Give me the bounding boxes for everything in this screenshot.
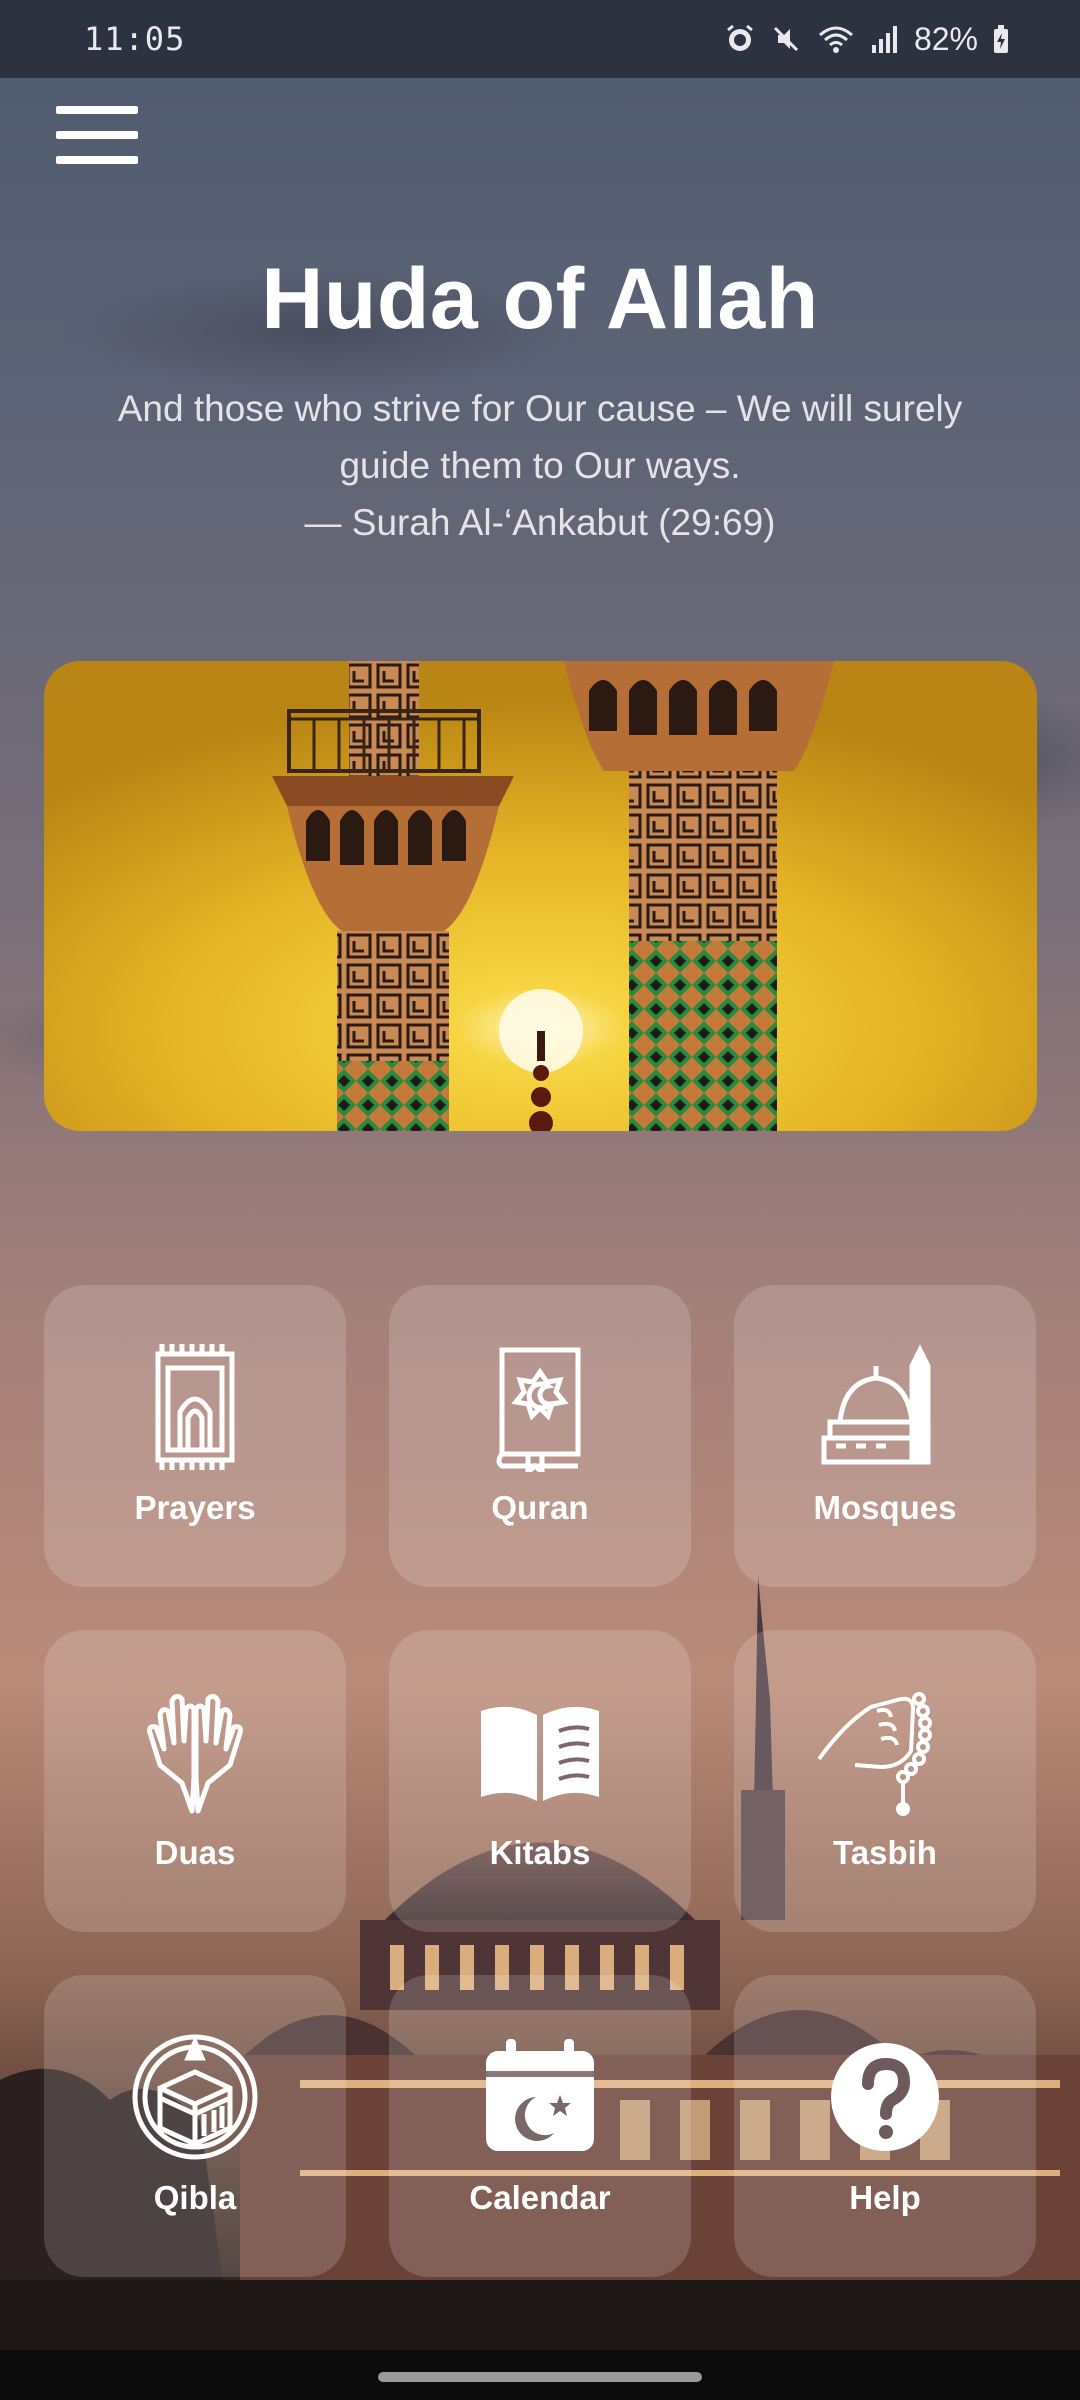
status-bar: 11:05 82% bbox=[0, 0, 1080, 78]
tile-label: Help bbox=[849, 2179, 921, 2216]
quote-line: And those who strive for Our cause – We … bbox=[117, 388, 963, 429]
hero-image bbox=[44, 661, 1037, 1131]
menu-icon-line bbox=[56, 106, 138, 114]
duas-tile[interactable]: Duas bbox=[44, 1630, 346, 1932]
signal-icon bbox=[871, 26, 897, 53]
prayers-tile[interactable]: Prayers bbox=[44, 1285, 346, 1587]
quran-book-icon bbox=[470, 1337, 610, 1477]
open-book-icon bbox=[470, 1682, 610, 1822]
help-tile[interactable]: Help bbox=[734, 1975, 1036, 2277]
kaaba-compass-icon bbox=[125, 2027, 265, 2167]
prayer-mat-icon bbox=[125, 1337, 265, 1477]
tile-label: Tasbih bbox=[833, 1834, 937, 1871]
menu-icon-line bbox=[56, 156, 138, 164]
alarm-icon bbox=[727, 24, 753, 51]
tile-label: Quran bbox=[491, 1489, 589, 1526]
mosques-tile[interactable]: Mosques bbox=[734, 1285, 1036, 1587]
menu-button[interactable] bbox=[56, 106, 138, 164]
wifi-icon bbox=[818, 26, 853, 53]
quote-line: guide them to Our ways. bbox=[339, 445, 741, 486]
status-icons: 82% bbox=[724, 21, 1010, 58]
quote: And those who strive for Our cause – We … bbox=[60, 380, 1020, 551]
battery-charging-icon bbox=[994, 25, 1008, 53]
quran-tile[interactable]: Quran bbox=[389, 1285, 691, 1587]
status-time: 11:05 bbox=[84, 20, 186, 58]
page-title: Huda of Allah bbox=[261, 251, 819, 347]
tile-label: Qibla bbox=[153, 2179, 237, 2216]
quote-source: — Surah Al-‘Ankabut (29:69) bbox=[304, 502, 776, 543]
tile-label: Calendar bbox=[469, 2179, 611, 2216]
menu-icon-line bbox=[56, 131, 138, 139]
mute-icon bbox=[773, 26, 799, 52]
tile-label: Prayers bbox=[134, 1489, 256, 1526]
battery-percent: 82% bbox=[913, 20, 978, 57]
mosque-icon bbox=[815, 1337, 955, 1477]
calendar-tile[interactable]: Calendar bbox=[389, 1975, 691, 2277]
tile-label: Duas bbox=[154, 1834, 236, 1871]
kitabs-tile[interactable]: Kitabs bbox=[389, 1630, 691, 1932]
tile-label: Kitabs bbox=[489, 1834, 591, 1871]
praying-hands-icon bbox=[125, 1682, 265, 1822]
tasbih-hand-icon bbox=[815, 1682, 955, 1822]
tile-label: Mosques bbox=[813, 1489, 957, 1526]
gesture-bar[interactable] bbox=[378, 2372, 702, 2382]
question-icon bbox=[815, 2027, 955, 2167]
qibla-tile[interactable]: Qibla bbox=[44, 1975, 346, 2277]
tasbih-tile[interactable]: Tasbih bbox=[734, 1630, 1036, 1932]
calendar-moon-icon bbox=[470, 2027, 610, 2167]
